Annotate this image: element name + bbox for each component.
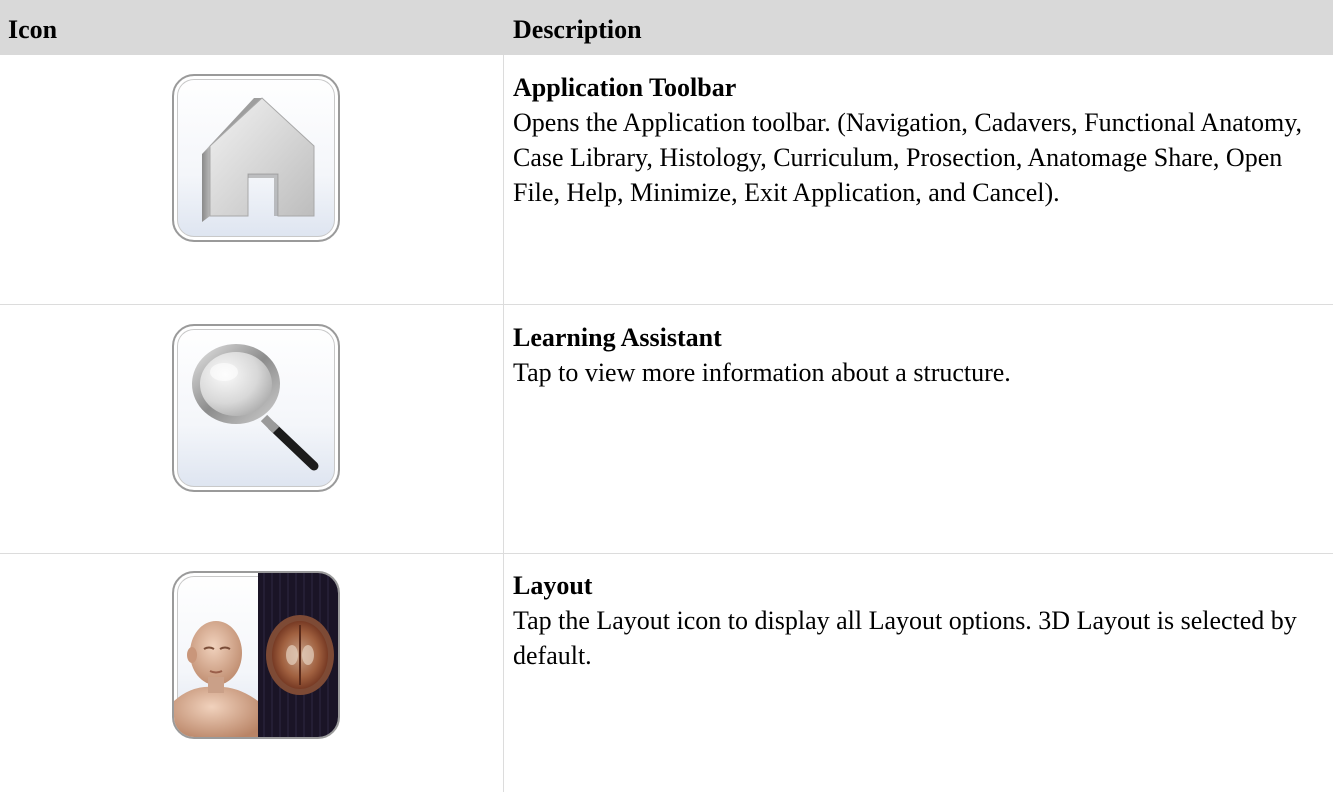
table-header: Icon Description — [0, 0, 1333, 55]
layout-icon — [172, 571, 340, 739]
row-description: Tap the Layout icon to display all Layou… — [513, 606, 1297, 670]
header-icon-column: Icon — [8, 15, 58, 44]
row-title: Layout — [513, 571, 593, 600]
row-divider — [0, 304, 1333, 305]
row-description: Tap to view more information about a str… — [513, 358, 1011, 387]
row-title: Application Toolbar — [513, 73, 737, 102]
column-divider — [503, 55, 504, 792]
row-learning-assistant: Learning Assistant Tap to view more info… — [513, 320, 1323, 390]
header-description-column: Description — [513, 15, 642, 44]
row-layout: Layout Tap the Layout icon to display al… — [513, 568, 1323, 673]
magnifier-icon — [172, 324, 340, 492]
icon-description-table: Icon Description Application Toolbar Ope… — [0, 0, 1333, 792]
home-icon — [172, 74, 340, 242]
row-divider — [0, 553, 1333, 554]
row-application-toolbar: Application Toolbar Opens the Applicatio… — [513, 70, 1323, 210]
row-description: Opens the Application toolbar. (Navigati… — [513, 108, 1303, 207]
row-title: Learning Assistant — [513, 323, 722, 352]
